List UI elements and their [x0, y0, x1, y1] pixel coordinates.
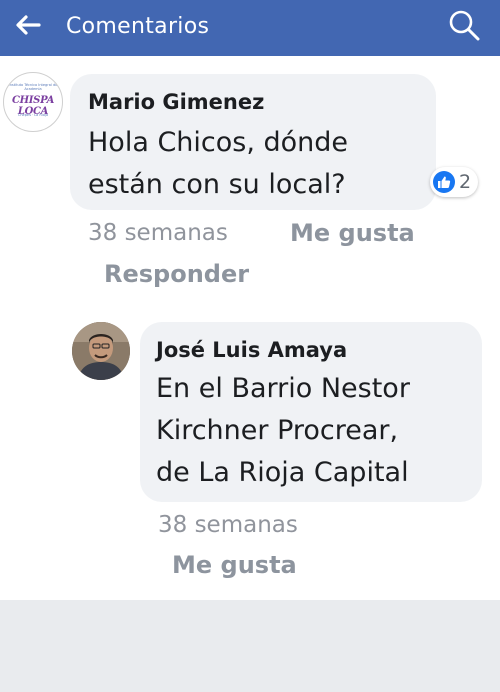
comment-text-line: Kirchner Procrear,	[156, 415, 399, 446]
thumbs-up-icon	[433, 171, 455, 193]
comment-text-line: están con su local?	[88, 169, 346, 200]
search-icon	[448, 9, 480, 45]
comment-text-line: Hola Chicos, dónde	[88, 127, 349, 158]
search-button[interactable]	[444, 7, 484, 47]
top-bar: Comentarios	[0, 0, 500, 56]
avatar-photo-image	[72, 322, 130, 380]
comment-bubble: Mario Gimenez Hola Chicos, dónde están c…	[70, 74, 436, 210]
comment-text: En el Barrio Nestor Kirchner Procrear, d…	[156, 368, 410, 494]
like-button[interactable]: Me gusta	[290, 219, 415, 247]
comment-author[interactable]: José Luis Amaya	[156, 338, 347, 362]
avatar[interactable]: Instituto Técnico Integral de Academia C…	[3, 72, 63, 132]
arrow-left-icon	[15, 14, 41, 40]
comment-text: Hola Chicos, dónde están con su local?	[88, 122, 348, 206]
comment-timestamp: 38 semanas	[158, 512, 298, 538]
comment-bubble: José Luis Amaya En el Barrio Nestor Kirc…	[140, 322, 482, 502]
footer-area	[0, 600, 500, 692]
comment-timestamp: 38 semanas	[88, 220, 228, 246]
page-title: Comentarios	[66, 14, 210, 39]
back-button[interactable]	[10, 9, 46, 45]
reply-button[interactable]: Responder	[104, 260, 249, 288]
comment-author[interactable]: Mario Gimenez	[88, 90, 264, 114]
comment-text-line: de La Rioja Capital	[156, 457, 409, 488]
reaction-summary[interactable]: 2	[430, 167, 479, 197]
like-button[interactable]: Me gusta	[172, 551, 297, 579]
reaction-count: 2	[459, 171, 472, 193]
avatar-logo-top-text: Instituto Técnico Integral de Academia	[8, 83, 58, 91]
comment-text-line: En el Barrio Nestor	[156, 373, 410, 404]
avatar-logo-bottom-text: Chepes · La Rioja	[17, 113, 49, 117]
avatar[interactable]	[72, 322, 130, 380]
